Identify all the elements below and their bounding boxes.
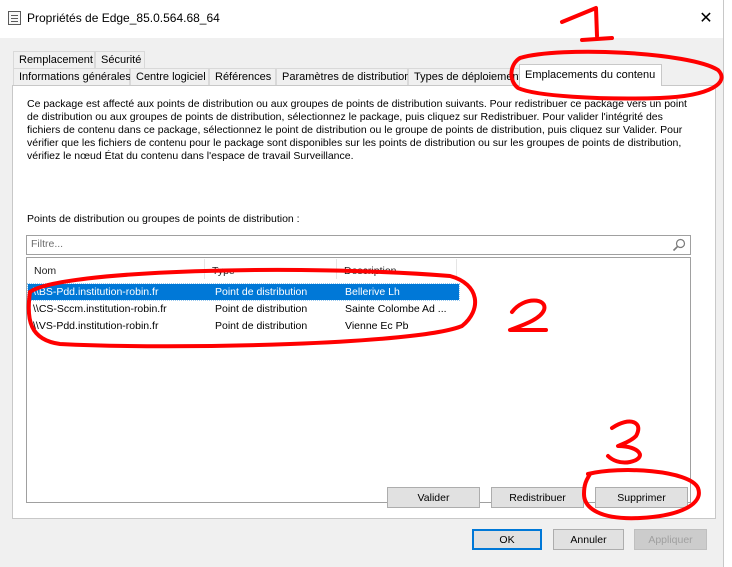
row-type: Point de distribution bbox=[215, 286, 308, 298]
column-header-type[interactable]: Type bbox=[205, 259, 337, 279]
tab-emplacements-contenu[interactable]: Emplacements du contenu bbox=[519, 64, 662, 86]
row-description: Bellerive Lh bbox=[345, 286, 400, 298]
row-name: \\BS-Pdd.institution-robin.fr bbox=[33, 286, 159, 298]
row-name: \\VS-Pdd.institution-robin.fr bbox=[33, 320, 159, 332]
distribution-points-label: Points de distribution ou groupes de poi… bbox=[27, 213, 300, 225]
tab-references[interactable]: Références bbox=[209, 68, 276, 85]
tab-types-deploiement[interactable]: Types de déploiement bbox=[408, 68, 522, 85]
row-description: Sainte Colombe Ad ... bbox=[345, 303, 447, 315]
list-row[interactable]: \\BS-Pdd.institution-robin.fr Point de d… bbox=[27, 283, 460, 301]
column-header-description[interactable]: Description bbox=[337, 259, 457, 279]
apply-button[interactable]: Appliquer bbox=[634, 529, 707, 550]
description-text: Ce package est affecté aux points de dis… bbox=[27, 98, 687, 162]
tab-label: Références bbox=[215, 71, 272, 83]
filter-input[interactable] bbox=[31, 238, 651, 250]
filter-box bbox=[26, 235, 691, 255]
properties-dialog: Propriétés de Edge_85.0.564.68_64 ✕ Remp… bbox=[0, 0, 724, 567]
delete-button[interactable]: Supprimer bbox=[595, 487, 688, 508]
properties-window-icon bbox=[8, 11, 21, 25]
row-type: Point de distribution bbox=[215, 320, 308, 332]
title-bar: Propriétés de Edge_85.0.564.68_64 ✕ bbox=[0, 0, 723, 38]
search-icon[interactable] bbox=[672, 238, 686, 252]
row-description: Vienne Ec Pb bbox=[345, 320, 409, 332]
list-row[interactable]: \\CS-Sccm.institution-robin.fr Point de … bbox=[28, 301, 459, 317]
window-title: Propriétés de Edge_85.0.564.68_64 bbox=[27, 11, 220, 25]
tab-parametres-distribution[interactable]: Paramètres de distribution bbox=[276, 68, 411, 85]
tab-securite[interactable]: Sécurité bbox=[95, 51, 145, 68]
validate-button[interactable]: Valider bbox=[387, 487, 480, 508]
close-icon[interactable]: ✕ bbox=[697, 10, 715, 28]
distribution-points-list[interactable]: Nom Type Description \\BS-Pdd.institutio… bbox=[26, 257, 691, 503]
tab-label: Types de déploiement bbox=[414, 71, 522, 83]
tab-label: Centre logiciel bbox=[136, 71, 206, 83]
redistribute-button[interactable]: Redistribuer bbox=[491, 487, 584, 508]
tab-label: Paramètres de distribution bbox=[282, 71, 411, 83]
tab-informations-generales[interactable]: Informations générales bbox=[13, 68, 131, 85]
ok-button[interactable]: OK bbox=[472, 529, 542, 550]
tab-label: Remplacement bbox=[19, 54, 93, 66]
tab-remplacement[interactable]: Remplacement bbox=[13, 51, 95, 68]
tab-centre-logiciel[interactable]: Centre logiciel bbox=[130, 68, 209, 85]
cancel-button[interactable]: Annuler bbox=[553, 529, 624, 550]
row-name: \\CS-Sccm.institution-robin.fr bbox=[33, 303, 167, 315]
tab-label: Emplacements du contenu bbox=[525, 69, 656, 81]
list-row[interactable]: \\VS-Pdd.institution-robin.fr Point de d… bbox=[28, 318, 459, 334]
column-header-name[interactable]: Nom bbox=[27, 259, 205, 279]
tab-label: Informations générales bbox=[19, 71, 131, 83]
row-type: Point de distribution bbox=[215, 303, 308, 315]
tab-label: Sécurité bbox=[101, 54, 142, 66]
